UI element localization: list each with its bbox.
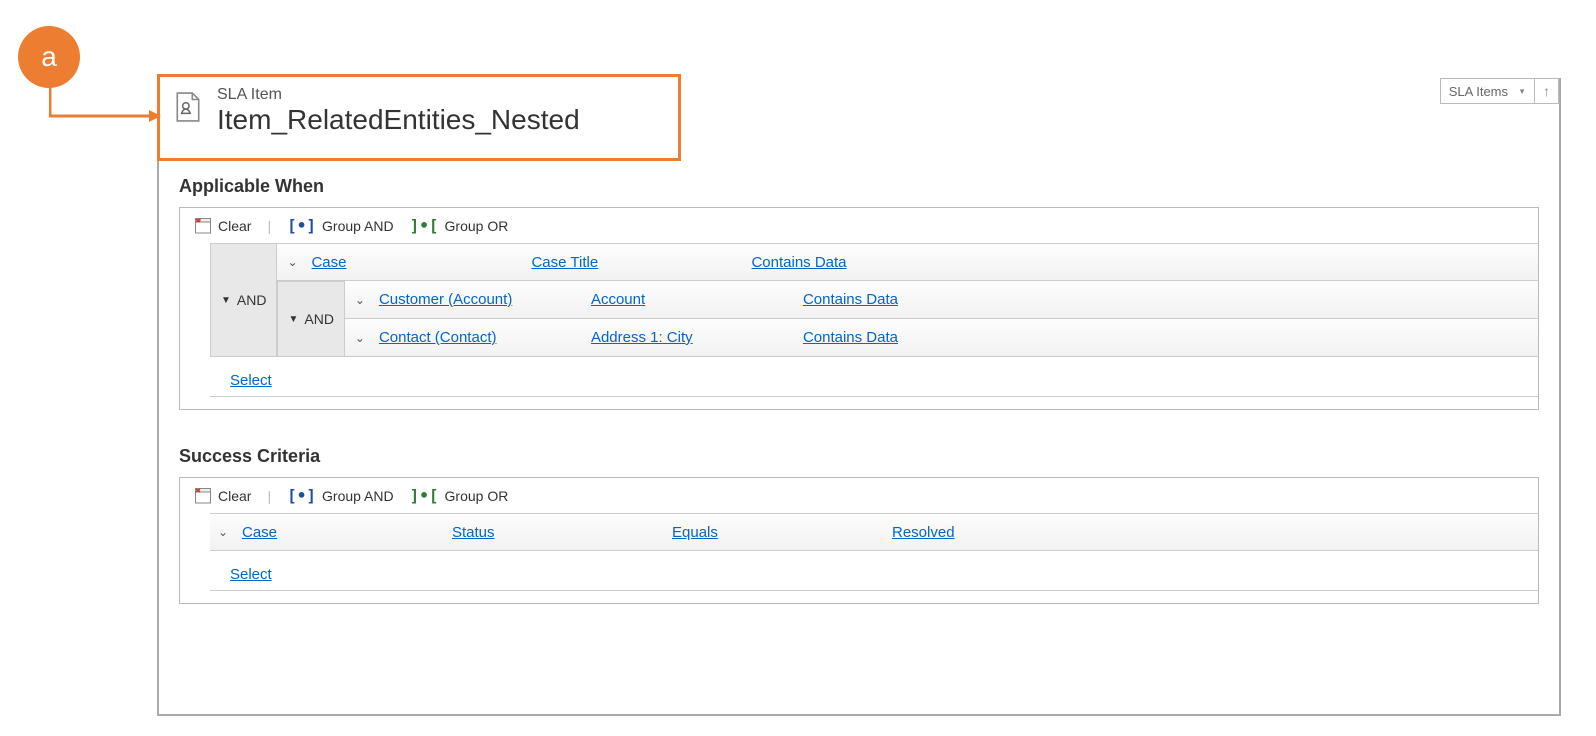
- condition-row: ⌄ Case Case Title Contains Data: [277, 243, 1538, 281]
- entity-type-label: SLA Item: [217, 86, 1543, 104]
- group-and-button[interactable]: [•] Group AND: [281, 214, 400, 237]
- group-or-icon: ]•[: [410, 486, 439, 505]
- clear-button[interactable]: Clear: [188, 485, 257, 507]
- operator-link[interactable]: Equals: [672, 524, 892, 541]
- success-criteria-section: Success Criteria Clear | [•] Group AND: [159, 446, 1559, 620]
- applicable-when-section: Applicable When Clear | [•] Group AND: [159, 176, 1559, 426]
- clear-icon: [194, 487, 212, 505]
- field-link[interactable]: Case Title: [531, 254, 751, 271]
- outer-group-rows: ⌄ Case Case Title Contains Data ▼ AND: [277, 243, 1538, 357]
- operator-link[interactable]: Contains Data: [803, 329, 1003, 346]
- sc-select-row: Select: [210, 551, 1538, 591]
- outer-and-label[interactable]: ▼ AND: [210, 243, 277, 357]
- entity-link[interactable]: Case: [242, 524, 452, 541]
- entity-link[interactable]: Customer (Account): [379, 291, 591, 308]
- select-link[interactable]: Select: [230, 372, 272, 389]
- condition-row: ⌄ Case Status Equals Resolved: [210, 513, 1538, 551]
- form-header: SLA Item Item_RelatedEntities_Nested SLA…: [159, 78, 1559, 156]
- group-and-button[interactable]: [•] Group AND: [281, 484, 400, 507]
- group-and-label: Group AND: [322, 488, 394, 504]
- chevron-down-icon[interactable]: ⌄: [285, 255, 299, 269]
- group-and-icon: [•]: [287, 216, 316, 235]
- group-or-button[interactable]: ]•[ Group OR: [404, 484, 515, 507]
- group-or-icon: ]•[: [410, 216, 439, 235]
- group-or-label: Group OR: [445, 218, 509, 234]
- entity-link[interactable]: Case: [311, 254, 531, 271]
- clear-button[interactable]: Clear: [188, 215, 257, 237]
- group-or-label: Group OR: [445, 488, 509, 504]
- toolbar-separator: |: [267, 218, 271, 234]
- applicable-when-conditions: Clear | [•] Group AND ]•[ Group OR ▼ AND: [179, 207, 1539, 410]
- group-or-button[interactable]: ]•[ Group OR: [404, 214, 515, 237]
- callout-label: a: [41, 41, 57, 73]
- callout-badge: a: [18, 26, 80, 88]
- nested-and-group: ▼ AND ⌄ Customer (Account) Account Conta…: [277, 281, 1538, 357]
- related-nav-label: SLA Items: [1449, 84, 1508, 99]
- applicable-when-title: Applicable When: [179, 176, 1539, 197]
- group-and-icon: [•]: [287, 486, 316, 505]
- toolbar-separator: |: [267, 488, 271, 504]
- success-criteria-title: Success Criteria: [179, 446, 1539, 467]
- and-text: AND: [237, 292, 267, 308]
- caret-down-icon: ▼: [221, 295, 231, 306]
- clear-icon: [194, 217, 212, 235]
- field-link[interactable]: Address 1: City: [591, 329, 803, 346]
- clear-label: Clear: [218, 218, 251, 234]
- chevron-down-icon[interactable]: ⌄: [216, 525, 230, 539]
- field-link[interactable]: Status: [452, 524, 672, 541]
- form-page: SLA Item Item_RelatedEntities_Nested SLA…: [157, 78, 1561, 716]
- operator-link[interactable]: Contains Data: [803, 291, 1003, 308]
- callout-arrow: [49, 88, 161, 128]
- condition-row: ⌄ Customer (Account) Account Contains Da…: [345, 281, 1538, 319]
- chevron-down-icon[interactable]: ⌄: [353, 293, 367, 307]
- arrow-up-icon: ↑: [1543, 83, 1550, 99]
- clear-label: Clear: [218, 488, 251, 504]
- chevron-down-icon[interactable]: ⌄: [353, 331, 367, 345]
- nav-up-button[interactable]: ↑: [1535, 78, 1559, 104]
- caret-down-icon: ▼: [288, 314, 298, 325]
- field-link[interactable]: Account: [591, 291, 803, 308]
- related-nav-select[interactable]: SLA Items: [1440, 78, 1535, 104]
- sc-toolbar: Clear | [•] Group AND ]•[ Group OR: [180, 478, 1538, 513]
- sc-body: ⌄ Case Status Equals Resolved Select: [180, 513, 1538, 603]
- operator-link[interactable]: Contains Data: [751, 254, 951, 271]
- aw-toolbar: Clear | [•] Group AND ]•[ Group OR: [180, 208, 1538, 243]
- outer-and-group: ▼ AND ⌄ Case Case Title Contains Data: [210, 243, 1538, 357]
- nested-group-rows: ⌄ Customer (Account) Account Contains Da…: [345, 281, 1538, 357]
- aw-body: ▼ AND ⌄ Case Case Title Contains Data: [180, 243, 1538, 409]
- and-text: AND: [304, 311, 334, 327]
- select-link[interactable]: Select: [230, 566, 272, 583]
- record-title: Item_RelatedEntities_Nested: [217, 104, 1543, 136]
- entity-link[interactable]: Contact (Contact): [379, 329, 591, 346]
- success-criteria-conditions: Clear | [•] Group AND ]•[ Group OR ⌄ Cas…: [179, 477, 1539, 604]
- group-and-label: Group AND: [322, 218, 394, 234]
- related-nav: SLA Items ↑: [1440, 78, 1559, 104]
- document-icon: [175, 92, 201, 122]
- nested-and-label[interactable]: ▼ AND: [277, 281, 344, 357]
- value-link[interactable]: Resolved: [892, 524, 955, 541]
- aw-select-row: Select: [210, 357, 1538, 397]
- condition-row: ⌄ Contact (Contact) Address 1: City Cont…: [345, 319, 1538, 357]
